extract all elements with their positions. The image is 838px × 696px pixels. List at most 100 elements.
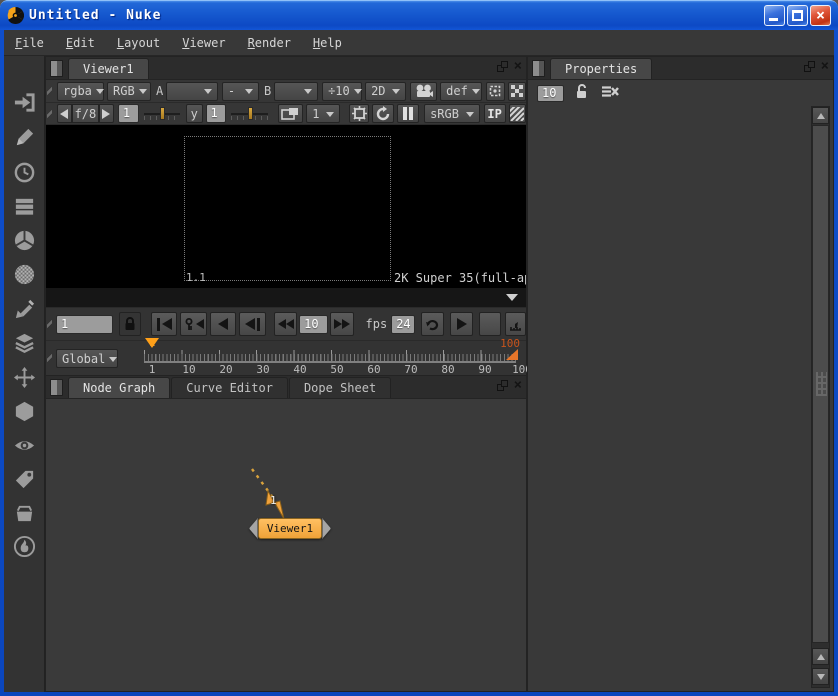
draw-nodes-icon[interactable]: [12, 125, 37, 150]
viewer1-node[interactable]: Viewer1: [249, 518, 331, 539]
frame-increment-field[interactable]: 10: [299, 315, 328, 334]
tab-dope-sheet[interactable]: Dope Sheet: [289, 377, 391, 398]
previous-keyframe-button[interactable]: [180, 312, 207, 336]
input-b-dropdown[interactable]: [274, 82, 318, 101]
lock-panels-button[interactable]: [575, 84, 589, 102]
jump-back-button[interactable]: [274, 312, 297, 336]
node-graph-canvas[interactable]: 1 Viewer1: [46, 399, 526, 691]
row-grip[interactable]: [47, 107, 52, 121]
other-nodes-icon[interactable]: [12, 501, 37, 526]
3d-nodes-icon[interactable]: [12, 399, 37, 424]
wipe-mode-dropdown[interactable]: -: [222, 82, 259, 101]
node-graph-close-icon[interactable]: ×: [514, 379, 522, 391]
properties-scrollbar[interactable]: [811, 106, 830, 688]
viewer-colorspace-dropdown[interactable]: sRGB: [424, 104, 480, 123]
viewer-panel-menu-button[interactable]: [50, 60, 63, 77]
properties-float-icon[interactable]: [804, 61, 815, 72]
close-button[interactable]: ×: [810, 5, 831, 26]
image-nodes-icon[interactable]: [12, 90, 37, 115]
scrollbar-up-button-2[interactable]: [812, 648, 829, 665]
camera-button[interactable]: [410, 82, 437, 101]
viewer-info-strip[interactable]: [46, 288, 526, 308]
tab-properties[interactable]: Properties: [550, 58, 652, 79]
gamma-toggle-button[interactable]: y: [186, 104, 203, 123]
menu-layout[interactable]: Layout: [106, 32, 171, 54]
range-mode-dropdown[interactable]: Global: [56, 349, 118, 368]
frame-lock-button[interactable]: [119, 312, 140, 336]
color-nodes-icon[interactable]: [12, 228, 37, 253]
views-nodes-icon[interactable]: [12, 433, 37, 458]
filter-nodes-icon[interactable]: [12, 262, 37, 287]
blank-button[interactable]: [479, 312, 500, 336]
transform-nodes-icon[interactable]: [12, 365, 37, 390]
metadata-nodes-icon[interactable]: [12, 467, 37, 492]
range-end-marker[interactable]: [506, 349, 518, 360]
proxy-toggle-button[interactable]: [508, 82, 526, 101]
clear-all-panels-button[interactable]: [601, 85, 619, 101]
slider-knob[interactable]: [248, 107, 253, 120]
viewer-canvas[interactable]: 1.1 2K Super 35(full-ap): [46, 125, 526, 288]
fstop-value[interactable]: f/8: [72, 104, 99, 123]
chevron-down-icon[interactable]: [506, 294, 518, 307]
gamma-field[interactable]: 1: [206, 104, 227, 123]
monitor-output-button[interactable]: [278, 104, 304, 123]
play-backward-button[interactable]: [210, 312, 237, 336]
gain-gamma-toggle-button[interactable]: [349, 104, 369, 123]
goto-start-button[interactable]: [151, 312, 178, 336]
particles-nodes-icon[interactable]: [12, 534, 37, 559]
input-a-dropdown[interactable]: [166, 82, 218, 101]
playhead-marker[interactable]: 1: [142, 338, 162, 362]
viewer-float-icon[interactable]: [497, 61, 508, 72]
properties-close-icon[interactable]: ×: [821, 60, 829, 72]
node-graph-float-icon[interactable]: [497, 380, 508, 391]
max-panels-field[interactable]: 10: [537, 85, 564, 102]
view-mode-dropdown[interactable]: 2D: [365, 82, 406, 101]
playback-mode-button[interactable]: [505, 312, 526, 336]
timeline-ruler[interactable]: 1 10 20 30 40 50 60 70 80 90 100 1 100: [144, 341, 516, 376]
scrollbar-down-button[interactable]: [812, 668, 829, 685]
gain-field[interactable]: 1: [118, 104, 139, 123]
row-grip[interactable]: [47, 84, 52, 98]
fstop-increment-button[interactable]: [99, 104, 114, 123]
cliptest-button[interactable]: [509, 104, 526, 123]
row-grip[interactable]: [47, 317, 52, 331]
play-forward-button[interactable]: [450, 312, 473, 336]
maximize-button[interactable]: [787, 5, 808, 26]
minimize-button[interactable]: [764, 5, 785, 26]
tab-viewer1[interactable]: Viewer1: [68, 58, 149, 79]
viewer-close-icon[interactable]: ×: [514, 60, 522, 72]
roi-button[interactable]: [486, 82, 504, 101]
title-bar[interactable]: Untitled - Nuke ×: [0, 0, 838, 30]
downrez-dropdown[interactable]: ÷10: [322, 82, 362, 101]
tab-curve-editor[interactable]: Curve Editor: [171, 377, 288, 398]
loop-mode-button[interactable]: [421, 312, 444, 336]
scrollbar-thumb[interactable]: [812, 125, 829, 643]
scrollbar-up-button[interactable]: [812, 107, 829, 124]
keyer-nodes-icon[interactable]: [12, 297, 37, 322]
current-frame-field[interactable]: 1: [56, 315, 113, 334]
slider-knob[interactable]: [160, 107, 165, 120]
menu-edit[interactable]: Edit: [55, 32, 106, 54]
merge-nodes-icon[interactable]: [12, 331, 37, 356]
node-graph-panel-menu-button[interactable]: [50, 379, 63, 396]
row-grip[interactable]: [47, 351, 52, 365]
menu-help[interactable]: Help: [302, 32, 353, 54]
channels-dropdown[interactable]: rgba: [57, 82, 104, 101]
gamma-slider[interactable]: [231, 106, 267, 122]
step-back-button[interactable]: [239, 312, 266, 336]
properties-panel-menu-button[interactable]: [532, 60, 545, 77]
time-nodes-icon[interactable]: [12, 160, 37, 185]
monitor-number-dropdown[interactable]: 1: [306, 104, 340, 123]
fps-field[interactable]: 24: [391, 315, 415, 334]
display-channels-dropdown[interactable]: RGB: [107, 82, 151, 101]
gain-slider[interactable]: [144, 106, 180, 122]
menu-render[interactable]: Render: [237, 32, 302, 54]
menu-viewer[interactable]: Viewer: [171, 32, 236, 54]
update-button[interactable]: [372, 104, 394, 123]
tab-node-graph[interactable]: Node Graph: [68, 377, 170, 398]
pause-button[interactable]: [397, 104, 419, 123]
fstop-decrement-button[interactable]: [57, 104, 72, 123]
channel-nodes-icon[interactable]: [12, 194, 37, 219]
jump-forward-button[interactable]: [330, 312, 353, 336]
stereo-view-dropdown[interactable]: def: [440, 82, 482, 101]
